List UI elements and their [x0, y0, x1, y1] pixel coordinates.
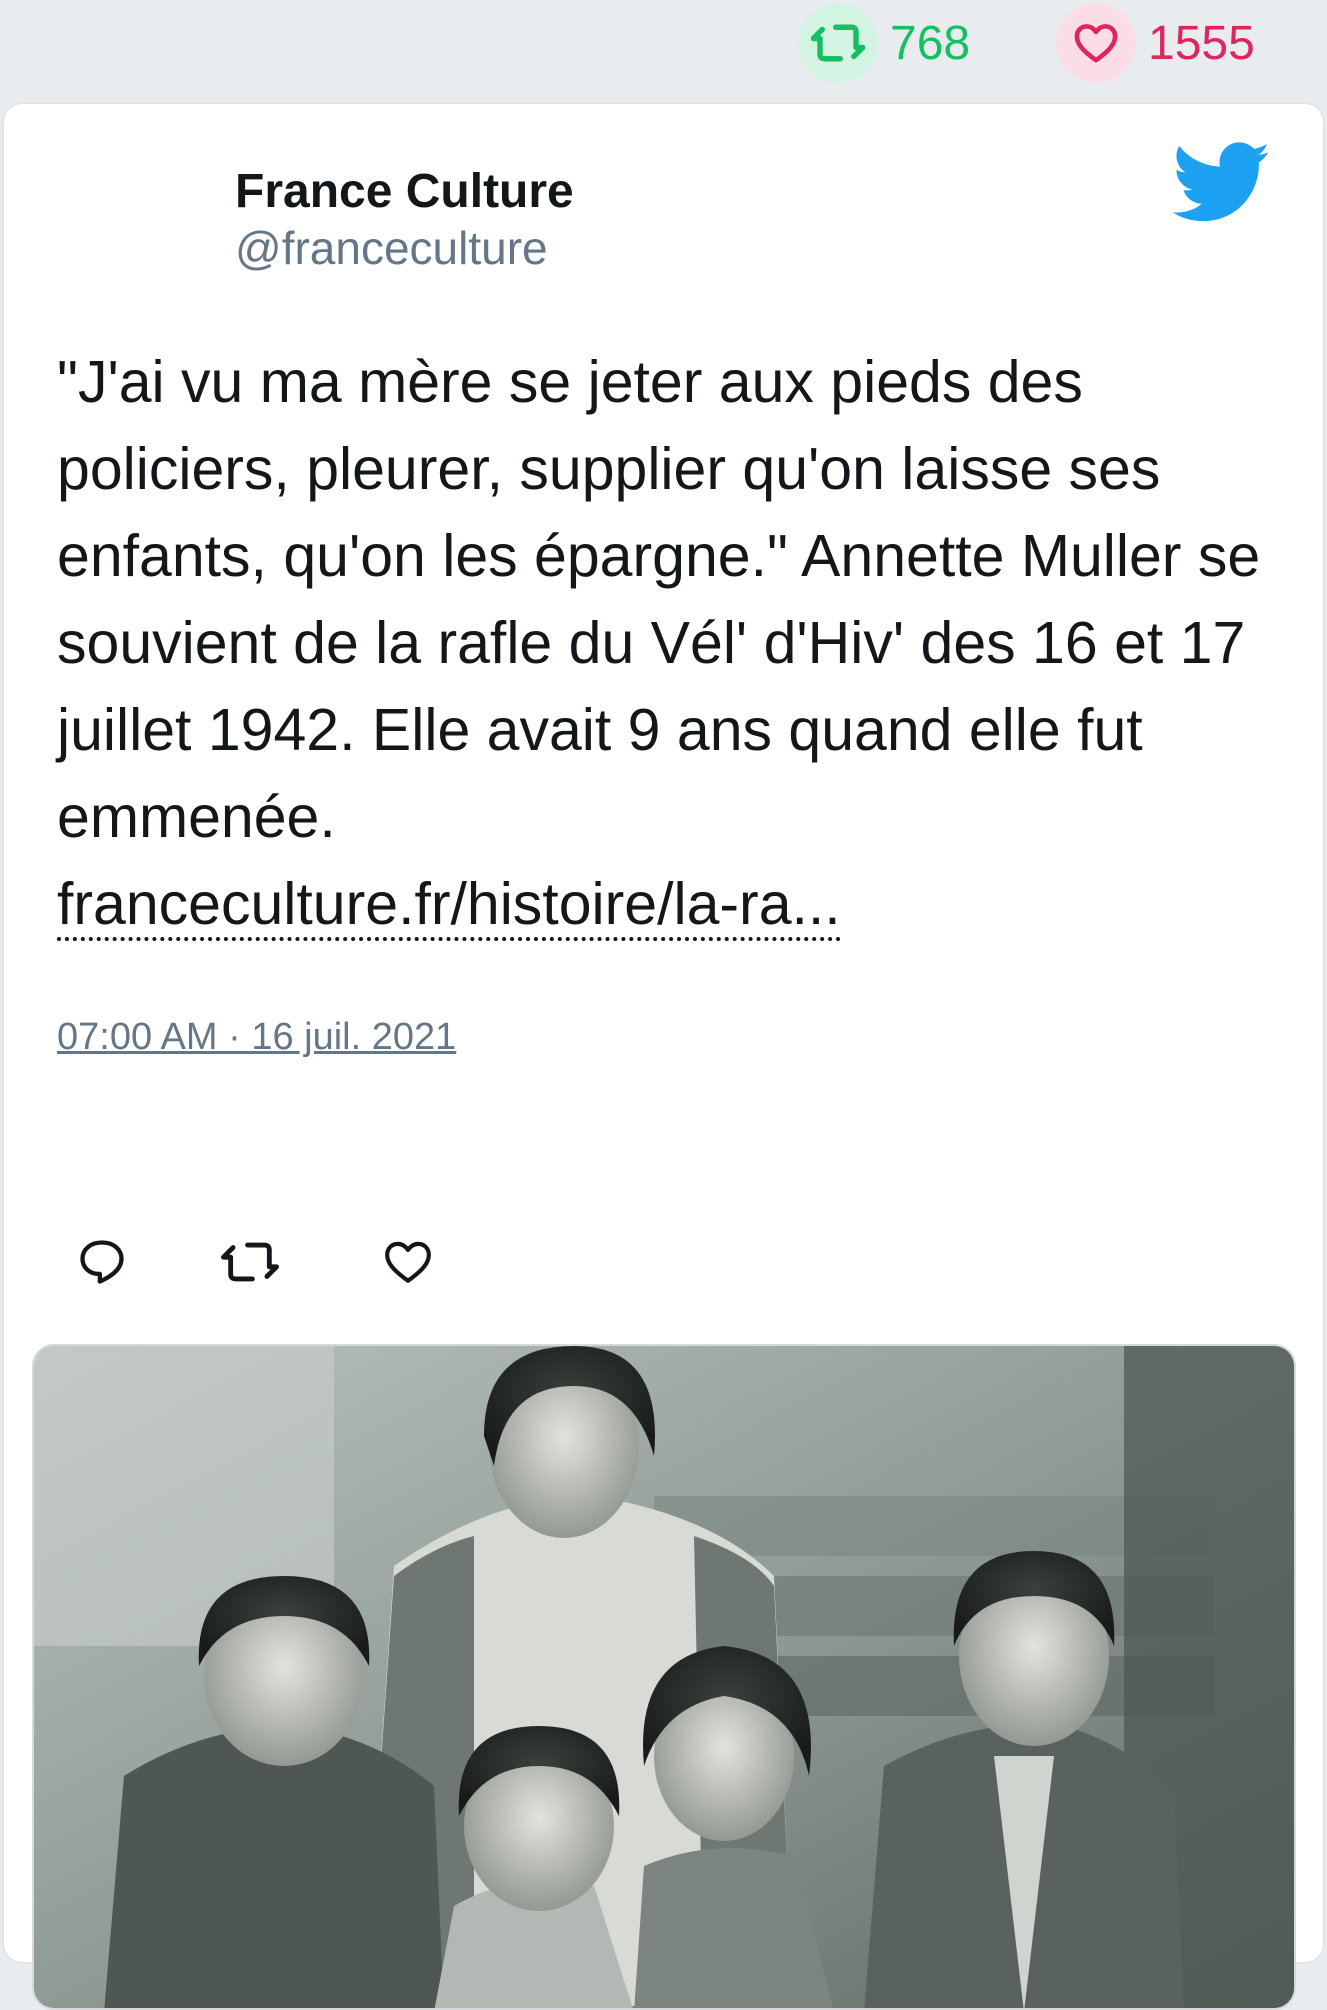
tweet-actions [72, 1232, 472, 1292]
engagement-stats: 768 1555 [0, 0, 1327, 100]
tweet-photo[interactable] [32, 1344, 1296, 2010]
heart-icon[interactable] [1056, 3, 1136, 83]
family-photo-image [34, 1346, 1294, 2008]
retweet-icon[interactable] [220, 1232, 280, 1292]
like-count: 1555 [1148, 16, 1255, 70]
retweet-stat[interactable]: 768 [798, 0, 970, 86]
twitter-bird-icon[interactable] [1172, 142, 1272, 224]
author-name[interactable]: France Culture [235, 164, 574, 220]
reply-icon[interactable] [72, 1232, 132, 1292]
tweet-timestamp[interactable]: 07:00 AM · 16 juil. 2021 [57, 1016, 456, 1059]
like-stat[interactable]: 1555 [1056, 0, 1255, 86]
retweet-count: 768 [890, 16, 971, 70]
tweet-card: France Culture @franceculture "J'ai vu m… [4, 104, 1323, 2010]
author-handle[interactable]: @franceculture [235, 220, 574, 276]
author-block[interactable]: France Culture @franceculture [235, 164, 574, 276]
retweet-icon[interactable] [798, 3, 878, 83]
tweet-body: "J'ai vu ma mère se jeter aux pieds des … [57, 349, 1261, 850]
heart-icon[interactable] [378, 1232, 438, 1292]
tweet-link[interactable]: franceculture.fr/histoire/la-ra... [57, 871, 841, 941]
tweet-text: "J'ai vu ma mère se jeter aux pieds des … [57, 339, 1287, 948]
